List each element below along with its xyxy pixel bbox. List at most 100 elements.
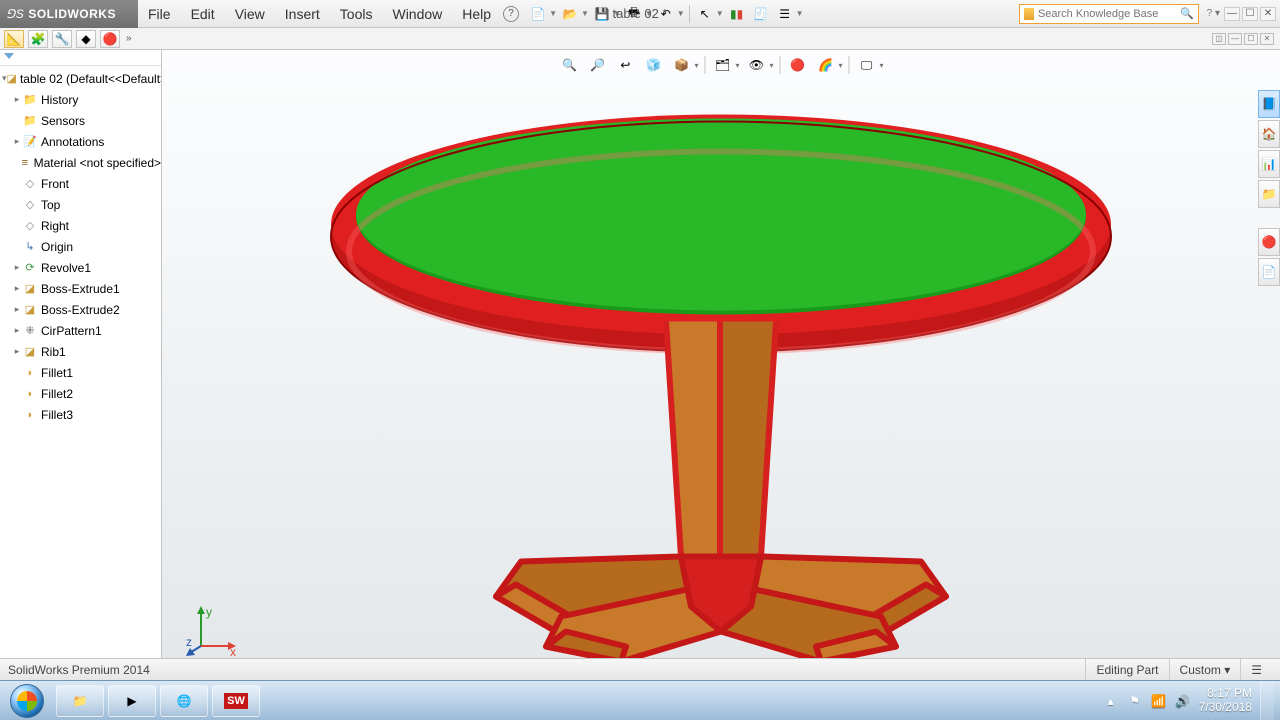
view-orientation-button[interactable]: 📦: [670, 54, 692, 76]
feature-tree-panel: ▾◪table 02 (Default<<Default>_Display St…: [0, 50, 162, 680]
child-viewport-button[interactable]: ◫: [1212, 33, 1226, 45]
taskpane-file-explorer[interactable]: 📊: [1258, 150, 1280, 178]
print-button[interactable]: 🖶: [623, 3, 645, 25]
feature-manager-tab[interactable]: 📐: [4, 30, 24, 48]
status-extra-icon[interactable]: ☰: [1240, 659, 1272, 680]
edit-appearance-button[interactable]: 🔴: [787, 54, 809, 76]
task-pane-tabs: 📘 🏠 📊 📁 🔴 📄: [1258, 50, 1280, 286]
tree-item-material-not-specified-[interactable]: ≡Material <not specified>: [0, 152, 161, 173]
child-close-button[interactable]: ✕: [1260, 33, 1274, 45]
zoom-area-button[interactable]: 🔎: [586, 54, 608, 76]
tree-root[interactable]: ▾◪table 02 (Default<<Default>_Display St…: [0, 68, 161, 89]
window-controls: — ☐ ✕: [1224, 7, 1276, 21]
tree-item-cirpattern1[interactable]: ▸⁜CirPattern1: [0, 320, 161, 341]
status-units[interactable]: Custom ▾: [1169, 659, 1241, 680]
search-box[interactable]: 🔍: [1019, 4, 1199, 24]
taskbar-chrome[interactable]: 🌐: [160, 685, 208, 717]
tree-item-top[interactable]: ◇Top: [0, 194, 161, 215]
tree-item-sensors[interactable]: 📁Sensors: [0, 110, 161, 131]
tree-filter-bar[interactable]: [0, 50, 161, 66]
tree-item-origin[interactable]: ↳Origin: [0, 236, 161, 257]
search-icon[interactable]: 🔍: [1180, 7, 1194, 20]
main-area: ▾◪table 02 (Default<<Default>_Display St…: [0, 50, 1280, 680]
menu-view[interactable]: View: [225, 0, 275, 28]
quick-access-toolbar: 📄▼ 📂▼ 💾▼ 🖶▼ ↶▼ ↖▼ ▮▮ 🧾 ☰▼: [527, 3, 803, 25]
section-view-button[interactable]: 🧊: [642, 54, 664, 76]
start-button[interactable]: [0, 681, 54, 721]
tree-item-fillet2[interactable]: ◗Fillet2: [0, 383, 161, 404]
rebuild-button[interactable]: ▮▮: [726, 3, 748, 25]
taskpane-appearances[interactable]: 🔴: [1258, 228, 1280, 256]
feature-tree: ▾◪table 02 (Default<<Default>_Display St…: [0, 66, 161, 664]
status-mode: Editing Part: [1085, 659, 1168, 680]
menu-window[interactable]: Window: [382, 0, 452, 28]
tray-network-icon[interactable]: 📶: [1151, 693, 1167, 709]
windows-taskbar: 📁 ▶ 🌐 SW ▴ ⚑ 📶 🔊 8:17 PM7/30/2018: [0, 680, 1280, 720]
child-restore-button[interactable]: ☐: [1244, 33, 1258, 45]
tree-item-rib1[interactable]: ▸◪Rib1: [0, 341, 161, 362]
property-manager-tab[interactable]: 🧩: [28, 30, 48, 48]
properties-button[interactable]: ☰: [774, 3, 796, 25]
tree-item-right[interactable]: ◇Right: [0, 215, 161, 236]
menu-edit[interactable]: Edit: [181, 0, 225, 28]
manager-tab-strip: 📐 🧩 🔧 ◆ 🔴 » ◫ — ☐ ✕: [0, 28, 1280, 50]
display-style-button[interactable]: 🗂: [711, 54, 733, 76]
svg-text:x: x: [230, 645, 236, 659]
svg-text:z: z: [186, 635, 192, 649]
taskbar-solidworks[interactable]: SW: [212, 685, 260, 717]
orientation-triad[interactable]: y x z: [186, 606, 236, 656]
tree-item-fillet3[interactable]: ◗Fillet3: [0, 404, 161, 425]
hide-show-button[interactable]: 👁: [745, 54, 767, 76]
zoom-fit-button[interactable]: 🔍: [558, 54, 580, 76]
show-desktop-button[interactable]: [1260, 681, 1274, 721]
child-minimize-button[interactable]: —: [1228, 33, 1242, 45]
restore-button[interactable]: ☐: [1242, 7, 1258, 21]
taskbar-mediaplayer[interactable]: ▶: [108, 685, 156, 717]
tree-item-boss-extrude1[interactable]: ▸◪Boss-Extrude1: [0, 278, 161, 299]
system-tray: ▴ ⚑ 📶 🔊 8:17 PM7/30/2018: [1103, 681, 1280, 721]
tree-item-boss-extrude2[interactable]: ▸◪Boss-Extrude2: [0, 299, 161, 320]
tree-item-revolve1[interactable]: ▸⟳Revolve1: [0, 257, 161, 278]
search-cube-icon: [1024, 8, 1034, 20]
close-button[interactable]: ✕: [1260, 7, 1276, 21]
open-button[interactable]: 📂: [559, 3, 581, 25]
app-logo: ⅁SSOLIDWORKS: [0, 0, 138, 28]
taskpane-custom-props[interactable]: 📄: [1258, 258, 1280, 286]
minimize-button[interactable]: —: [1224, 7, 1240, 21]
tree-item-history[interactable]: ▸📁History: [0, 89, 161, 110]
tray-volume-icon[interactable]: 🔊: [1175, 693, 1191, 709]
menu-help[interactable]: Help: [452, 0, 501, 28]
undo-button[interactable]: ↶: [655, 3, 677, 25]
tabs-overflow-icon[interactable]: »: [126, 33, 132, 44]
menu-file[interactable]: File: [138, 0, 181, 28]
taskpane-design-library[interactable]: 🏠: [1258, 120, 1280, 148]
tray-flag-icon[interactable]: ⚑: [1127, 693, 1143, 709]
taskpane-view-palette[interactable]: 📁: [1258, 180, 1280, 208]
dimxpert-manager-tab[interactable]: ◆: [76, 30, 96, 48]
help-icon[interactable]: ?: [503, 6, 519, 22]
graphics-viewport[interactable]: 🔍 🔎 ↩ 🧊 📦▾ 🗂▾ 👁▾ 🔴 🌈▾ 🖵▾: [162, 50, 1280, 680]
svg-text:y: y: [206, 605, 212, 619]
menu-tools[interactable]: Tools: [330, 0, 383, 28]
menu-insert[interactable]: Insert: [275, 0, 330, 28]
configuration-manager-tab[interactable]: 🔧: [52, 30, 72, 48]
tray-expand-icon[interactable]: ▴: [1103, 693, 1119, 709]
previous-view-button[interactable]: ↩: [614, 54, 636, 76]
apply-scene-button[interactable]: 🌈: [815, 54, 837, 76]
tree-item-fillet1[interactable]: ◗Fillet1: [0, 362, 161, 383]
status-bar: SolidWorks Premium 2014 Editing Part Cus…: [0, 658, 1280, 680]
taskbar-explorer[interactable]: 📁: [56, 685, 104, 717]
view-settings-button[interactable]: 🖵: [856, 54, 878, 76]
tray-clock[interactable]: 8:17 PM7/30/2018: [1199, 687, 1252, 713]
select-button[interactable]: ↖: [694, 3, 716, 25]
tree-item-front[interactable]: ◇Front: [0, 173, 161, 194]
options-button[interactable]: 🧾: [750, 3, 772, 25]
taskpane-resources[interactable]: 📘: [1258, 90, 1280, 118]
filter-icon: [4, 53, 14, 63]
new-button[interactable]: 📄: [527, 3, 549, 25]
save-button[interactable]: 💾: [591, 3, 613, 25]
display-manager-tab[interactable]: 🔴: [100, 30, 120, 48]
search-input[interactable]: [1038, 8, 1180, 20]
tree-item-annotations[interactable]: ▸📝Annotations: [0, 131, 161, 152]
status-product: SolidWorks Premium 2014: [8, 663, 150, 677]
